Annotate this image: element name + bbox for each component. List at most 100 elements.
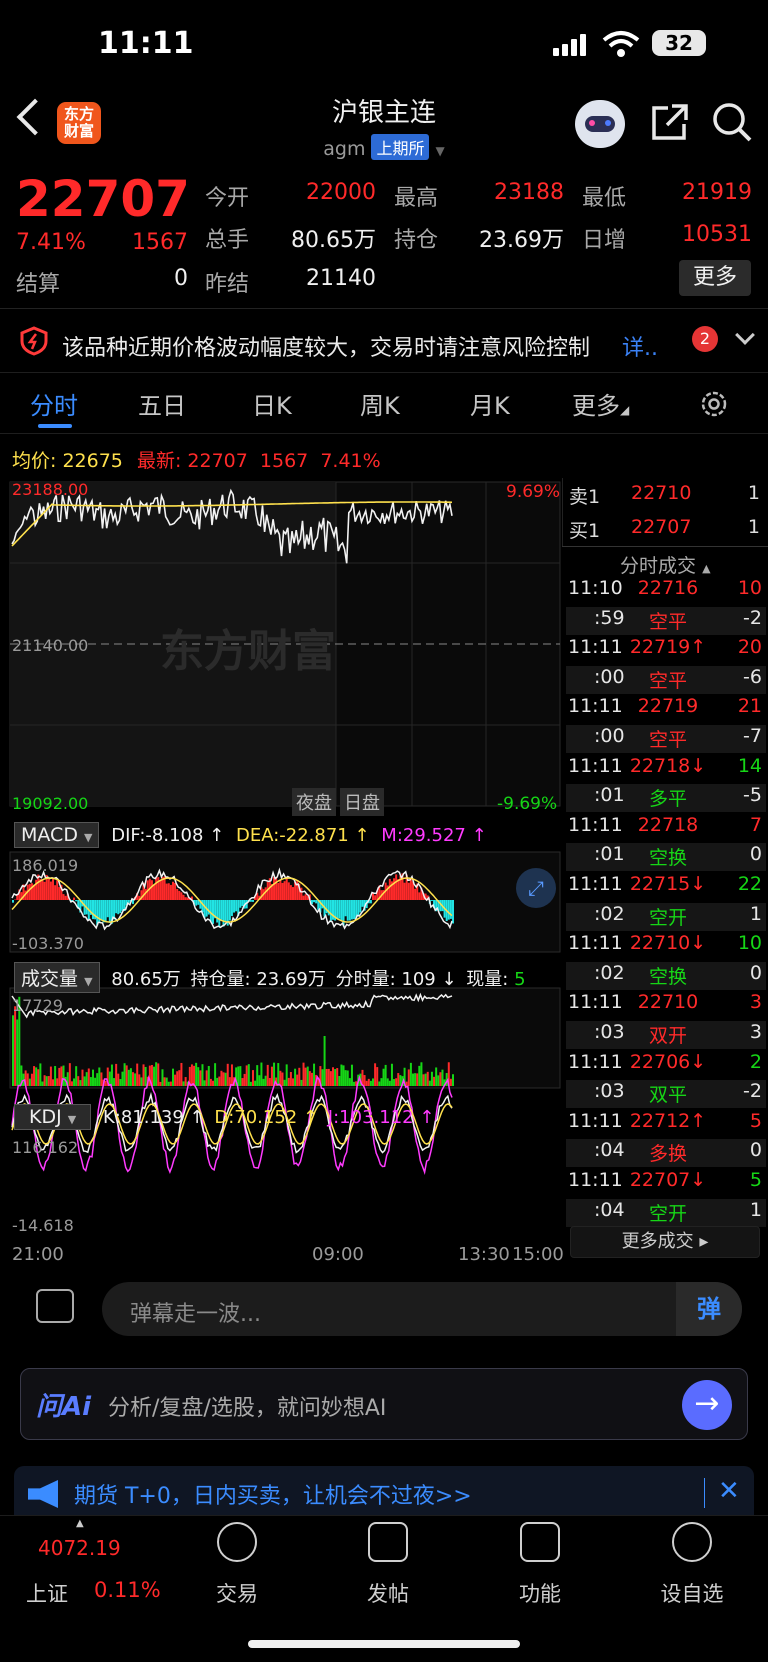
volume-bar: [390, 1063, 393, 1086]
macd-bar: [30, 883, 33, 900]
trade-row: 11:11 22710↓ 10: [568, 932, 762, 955]
volume-bar: [39, 1063, 42, 1086]
danmu-send-button[interactable]: 弹: [676, 1282, 742, 1336]
volume-bar: [412, 1073, 414, 1086]
nav-functions[interactable]: 功能: [485, 1578, 595, 1608]
tab-monthly-k[interactable]: 月K: [470, 386, 510, 421]
tab-intraday[interactable]: 分时: [30, 386, 78, 421]
promo-text: 期货 T+0，日内买卖，让机会不过夜>>: [74, 1484, 472, 1509]
risk-detail-link[interactable]: 详..: [622, 330, 658, 362]
volume-bar: [73, 1078, 76, 1086]
volume-bar: [220, 1070, 223, 1086]
volume-indicator-select[interactable]: 成交量 ▼: [14, 962, 100, 993]
more-trades-button[interactable]: 更多成交 ▸: [570, 1226, 760, 1258]
nav-trade[interactable]: 交易: [182, 1578, 292, 1608]
volume-bar: [247, 1064, 250, 1086]
volume-bar: [380, 1078, 383, 1086]
volume-bar: [306, 1066, 309, 1086]
macd-bar: [117, 900, 120, 915]
trade-row: 11:11 22706↓ 2: [568, 1050, 762, 1073]
volume-bar: [81, 1069, 84, 1086]
macd-bar: [132, 900, 134, 904]
danmu-toggle-icon[interactable]: [36, 1289, 74, 1323]
share-icon[interactable]: [650, 102, 690, 142]
ai-send-arrow-icon[interactable]: →: [682, 1380, 732, 1430]
volume-bar: [180, 1062, 183, 1086]
volume-bar: [428, 1080, 431, 1086]
volume-bar: [367, 1078, 370, 1086]
volume-bar: [441, 1069, 444, 1086]
daily-increase-value: 10531: [682, 222, 752, 247]
tab-daily-k[interactable]: 日K: [252, 386, 292, 421]
volume-bar: [155, 1062, 158, 1086]
search-icon[interactable]: [710, 100, 754, 144]
macd-bar: [235, 900, 238, 912]
time-tick: 09:00: [312, 1244, 364, 1265]
more-button[interactable]: 更多: [679, 260, 751, 296]
macd-bar: [182, 894, 185, 900]
trade-row: :03 双开 3: [566, 1021, 766, 1049]
close-icon[interactable]: ✕: [718, 1476, 740, 1506]
ai-robot-avatar[interactable]: [575, 100, 625, 148]
volume-bar: [163, 1077, 166, 1086]
macd-bar: [407, 882, 410, 900]
macd-bar: [178, 890, 181, 900]
volume-bar: [430, 1071, 433, 1086]
volume-bar: [79, 1080, 82, 1086]
macd-bar: [346, 900, 349, 921]
macd-bar: [224, 900, 227, 923]
macd-bar: [230, 900, 233, 916]
ask-price: 22710: [631, 482, 692, 504]
volume-bar: [214, 1063, 217, 1086]
divider: [0, 308, 768, 309]
tab-five-day[interactable]: 五日: [138, 386, 186, 421]
trade-row: 11:11 22715↓ 22: [568, 873, 762, 895]
volume-bar: [172, 1068, 174, 1086]
trades-header[interactable]: 分时成交 ▲: [620, 551, 711, 578]
nav-post[interactable]: 发帖: [333, 1578, 443, 1608]
volume-bar: [336, 1068, 339, 1086]
risk-warning-text: 该品种近期价格波动幅度较大，交易时请注意风险控制: [62, 336, 591, 361]
tab-weekly-k[interactable]: 周K: [360, 386, 400, 421]
divider: [562, 546, 768, 547]
settings-gear-icon[interactable]: [698, 388, 730, 420]
macd-bar: [344, 900, 347, 917]
volume-bar: [26, 1073, 29, 1086]
axis-prev-settle: 21140.00: [12, 636, 89, 655]
volume-bar: [169, 1081, 172, 1086]
volume-bar: [376, 1067, 379, 1086]
macd-bar: [92, 900, 94, 920]
volume-bar: [45, 1076, 48, 1086]
macd-indicator-select[interactable]: MACD ▼: [14, 822, 100, 848]
macd-bar: [252, 900, 254, 902]
volume-bar: [344, 1070, 347, 1086]
session-night-label: 夜盘: [292, 788, 336, 816]
volume-bar: [216, 1077, 219, 1086]
volume-bar: [115, 1063, 118, 1086]
volume-bar: [119, 1079, 122, 1086]
market-index-widget[interactable]: ▲ 4072.19 上证 0.11%: [20, 1518, 170, 1606]
trade-row: :04 多换 0: [566, 1139, 766, 1168]
volume-bar: [382, 1068, 385, 1086]
macd-bar: [397, 879, 400, 900]
trade-row: :59 空平 -2: [566, 606, 766, 635]
volume-bar: [212, 1080, 214, 1086]
trade-row: 11:11 22710 3: [568, 991, 762, 1014]
volume-bar: [30, 1073, 33, 1086]
contract-code: agm: [323, 138, 366, 160]
nav-watchlist[interactable]: 设自选: [637, 1578, 747, 1608]
ask-volume: 1: [747, 482, 760, 504]
trade-yen-icon: [217, 1522, 257, 1562]
macd-bar: [350, 900, 353, 920]
kdj-indicator-select[interactable]: KDJ ▼: [14, 1104, 92, 1130]
macd-bar: [52, 878, 54, 900]
volume-bar: [435, 1067, 438, 1086]
macd-bar: [106, 900, 109, 918]
prev-settle-label: 昨结: [205, 272, 250, 297]
expand-icon[interactable]: ⤢: [516, 868, 556, 908]
volume-bar: [416, 1073, 419, 1086]
volume-bar: [35, 1067, 38, 1086]
tab-more[interactable]: 更多◢: [572, 386, 629, 421]
volume-bar: [264, 1075, 267, 1086]
volume-bar: [193, 1065, 196, 1086]
